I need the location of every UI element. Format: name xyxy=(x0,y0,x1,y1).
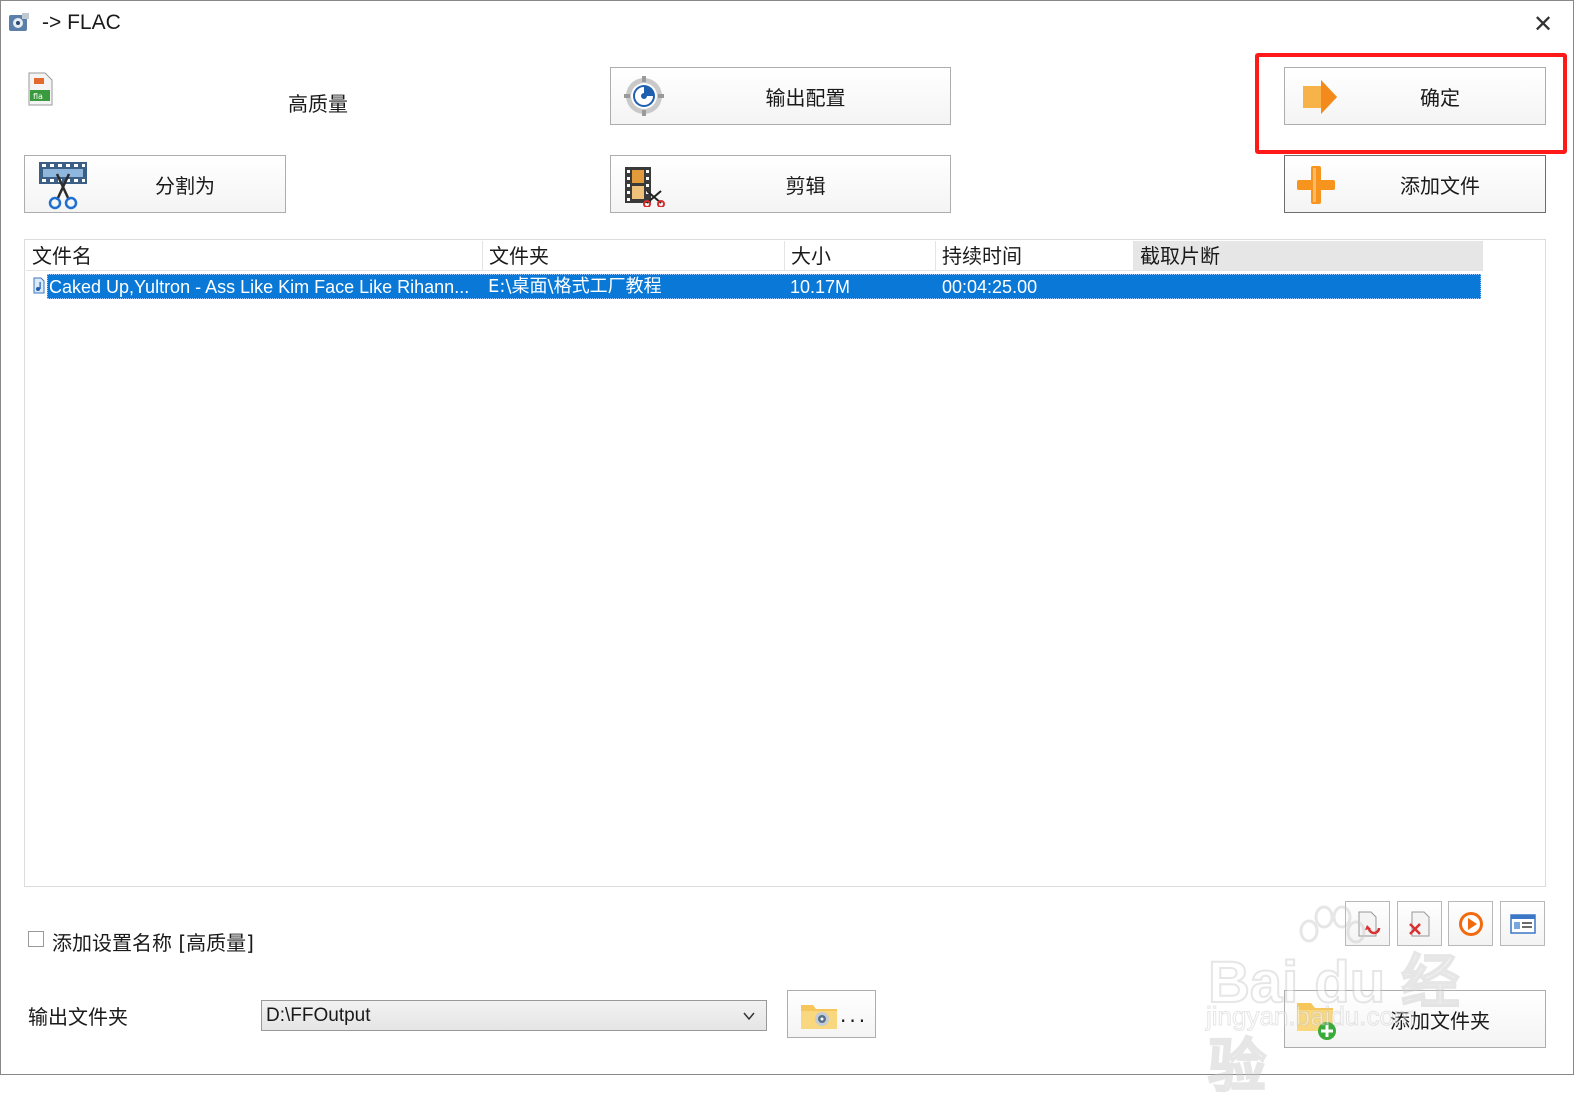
column-header-size[interactable]: 大小 xyxy=(785,241,936,271)
output-folder-select[interactable]: D:\FFOutput xyxy=(261,1000,767,1031)
browse-folder-button[interactable]: ... xyxy=(787,990,876,1038)
chevron-down-icon[interactable] xyxy=(742,1009,756,1023)
add-file-label: 添加文件 xyxy=(1400,173,1480,198)
column-header-filename[interactable]: 文件名 xyxy=(26,241,483,271)
add-folder-label: 添加文件夹 xyxy=(1390,1008,1490,1033)
column-header-duration[interactable]: 持续时间 xyxy=(936,241,1134,271)
quality-label: 高质量 xyxy=(288,92,348,116)
svg-text:fla: fla xyxy=(33,92,43,101)
title-bar: -> FLAC ✕ xyxy=(0,0,1574,46)
cell-duration: 00:04:25.00 xyxy=(942,277,1038,297)
window-title: -> FLAC xyxy=(42,11,121,34)
output-config-button[interactable]: 输出配置 xyxy=(610,67,951,125)
column-header-clip[interactable]: 截取片断 xyxy=(1134,241,1483,271)
clip-label: 剪辑 xyxy=(785,173,826,198)
cell-filename: Caked Up,Yultron - Ass Like Kim Face Lik… xyxy=(49,277,470,297)
remove-button[interactable] xyxy=(1345,901,1390,946)
info-icon xyxy=(1510,914,1536,934)
clip-button[interactable]: 剪辑 xyxy=(610,155,951,213)
output-folder-value: D:\FFOutput xyxy=(266,1005,371,1026)
play-button[interactable] xyxy=(1448,901,1493,946)
remove-icon xyxy=(1358,911,1381,937)
browse-label: ... xyxy=(840,1003,869,1027)
output-folder-label: 输出文件夹 xyxy=(28,1005,128,1029)
app-icon xyxy=(9,13,29,31)
flac-file-icon: fla xyxy=(28,72,53,106)
cell-clip xyxy=(1140,275,1470,299)
table-row[interactable]: Caked Up,Yultron - Ass Like Kim Face Lik… xyxy=(47,274,1481,299)
column-header-folder[interactable]: 文件夹 xyxy=(483,241,785,271)
delete-button[interactable] xyxy=(1397,901,1442,946)
file-list[interactable]: 文件名 文件夹 大小 持续时间 截取片断 Caked Up,Yultron - … xyxy=(24,239,1546,887)
close-icon[interactable]: ✕ xyxy=(1528,10,1558,38)
cell-size: 10.17M xyxy=(790,277,851,297)
add-file-button[interactable]: 添加文件 xyxy=(1284,155,1546,213)
cell-folder: E:\桌面\格式工厂教程 xyxy=(488,276,662,297)
add-setting-name-label: 添加设置名称 [高质量] xyxy=(52,931,254,955)
output-config-label: 输出配置 xyxy=(765,85,846,110)
info-button[interactable] xyxy=(1500,901,1545,946)
highlight-annotation xyxy=(1255,53,1567,154)
play-icon xyxy=(1459,912,1483,936)
audio-file-icon xyxy=(33,277,45,294)
split-button[interactable]: 分割为 xyxy=(24,155,286,213)
add-setting-name-checkbox[interactable] xyxy=(28,931,44,947)
folder-browse-icon xyxy=(801,1005,837,1029)
split-label: 分割为 xyxy=(155,173,215,198)
delete-icon xyxy=(1409,911,1430,937)
add-folder-button[interactable]: 添加文件夹 xyxy=(1284,990,1546,1048)
